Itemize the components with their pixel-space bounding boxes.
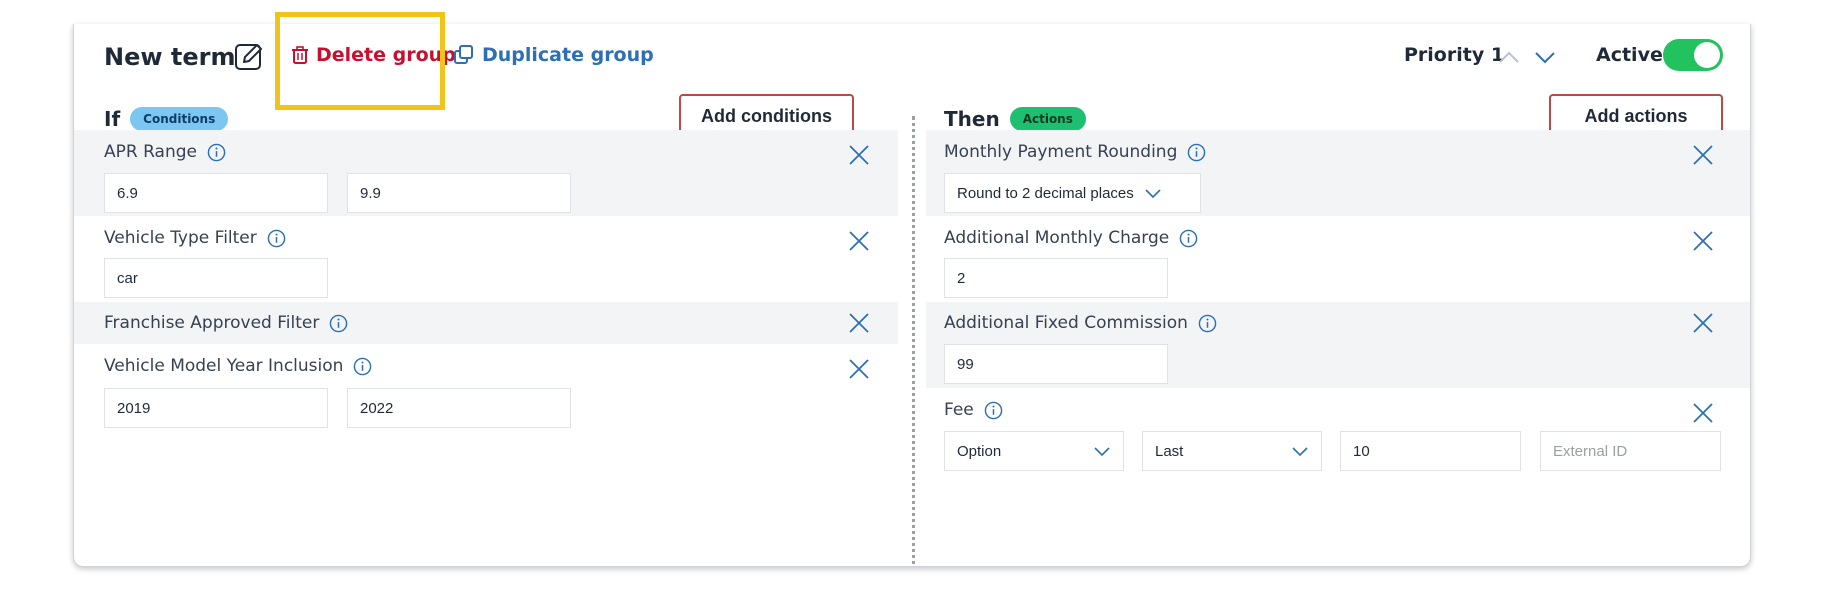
then-label: Then bbox=[944, 107, 1000, 131]
info-icon[interactable] bbox=[984, 401, 1003, 420]
condition-label: Franchise Approved Filter bbox=[104, 313, 348, 333]
active-toggle[interactable] bbox=[1663, 39, 1723, 71]
info-icon[interactable] bbox=[267, 229, 286, 248]
priority-label: Priority 1 bbox=[1404, 44, 1505, 66]
close-icon[interactable] bbox=[848, 230, 870, 252]
fee-option-value: Option bbox=[957, 442, 1002, 460]
active-label: Active bbox=[1596, 44, 1663, 66]
info-icon[interactable] bbox=[1198, 314, 1217, 333]
chevron-down-icon bbox=[1145, 189, 1161, 199]
rounding-select[interactable]: Round to 2 decimal places bbox=[944, 173, 1201, 213]
action-label-text: Additional Monthly Charge bbox=[944, 228, 1170, 248]
fee-last-select[interactable]: Last bbox=[1142, 431, 1322, 471]
if-label: If bbox=[104, 107, 121, 131]
term-title: New term bbox=[104, 43, 236, 71]
condition-label: Vehicle Type Filter bbox=[104, 228, 286, 248]
action-label: Fee bbox=[944, 400, 1003, 420]
condition-row: Vehicle Type Filter car bbox=[74, 216, 898, 302]
action-row: Monthly Payment Rounding Round to 2 deci… bbox=[926, 130, 1750, 216]
info-icon[interactable] bbox=[1179, 229, 1198, 248]
vehicle-type-input[interactable]: car bbox=[104, 258, 328, 298]
chevron-down-icon[interactable] bbox=[1534, 50, 1556, 64]
info-icon[interactable] bbox=[207, 143, 226, 162]
toggle-knob bbox=[1694, 42, 1720, 68]
condition-label-text: Franchise Approved Filter bbox=[104, 313, 320, 333]
fixed-commission-input[interactable]: 99 bbox=[944, 344, 1168, 384]
action-label-text: Fee bbox=[944, 400, 974, 420]
chevron-down-icon bbox=[1094, 447, 1110, 457]
condition-label-text: APR Range bbox=[104, 142, 197, 162]
close-icon[interactable] bbox=[1692, 402, 1714, 424]
close-icon[interactable] bbox=[1692, 230, 1714, 252]
action-label-text: Monthly Payment Rounding bbox=[944, 142, 1178, 162]
duplicate-group-label: Duplicate group bbox=[482, 44, 654, 66]
apr-min-input[interactable]: 6.9 bbox=[104, 173, 328, 213]
close-icon[interactable] bbox=[848, 312, 870, 334]
conditions-badge: Conditions bbox=[130, 107, 229, 131]
condition-label-text: Vehicle Type Filter bbox=[104, 228, 257, 248]
action-row: Additional Monthly Charge 2 bbox=[926, 216, 1750, 302]
info-icon[interactable] bbox=[329, 314, 348, 333]
chevron-up-icon[interactable] bbox=[1498, 50, 1520, 64]
close-icon[interactable] bbox=[1692, 144, 1714, 166]
close-icon[interactable] bbox=[848, 144, 870, 166]
condition-label: APR Range bbox=[104, 142, 226, 162]
apr-max-input[interactable]: 9.9 bbox=[347, 173, 571, 213]
action-row: Additional Fixed Commission 99 bbox=[926, 302, 1750, 388]
info-icon[interactable] bbox=[353, 357, 372, 376]
action-row: Fee Option Last 10 External ID bbox=[926, 388, 1750, 488]
delete-group-highlight bbox=[275, 12, 445, 110]
monthly-charge-input[interactable]: 2 bbox=[944, 258, 1168, 298]
rounding-select-value: Round to 2 decimal places bbox=[957, 184, 1134, 202]
fee-option-select[interactable]: Option bbox=[944, 431, 1124, 471]
condition-row: APR Range 6.9 9.9 bbox=[74, 130, 898, 216]
condition-label: Vehicle Model Year Inclusion bbox=[104, 356, 372, 376]
close-icon[interactable] bbox=[848, 358, 870, 380]
action-label: Additional Fixed Commission bbox=[944, 313, 1217, 333]
action-label: Monthly Payment Rounding bbox=[944, 142, 1206, 162]
action-label-text: Additional Fixed Commission bbox=[944, 313, 1188, 333]
external-id-input[interactable]: External ID bbox=[1540, 431, 1721, 471]
then-header: Then Actions bbox=[944, 107, 1086, 131]
pencil-square-icon[interactable] bbox=[234, 41, 264, 71]
model-year-to-input[interactable]: 2022 bbox=[347, 388, 571, 428]
if-header: If Conditions bbox=[104, 107, 229, 131]
action-label: Additional Monthly Charge bbox=[944, 228, 1198, 248]
info-icon[interactable] bbox=[1187, 143, 1206, 162]
condition-row: Vehicle Model Year Inclusion 2019 2022 bbox=[74, 344, 898, 430]
duplicate-icon bbox=[454, 45, 473, 64]
actions-badge: Actions bbox=[1009, 107, 1086, 131]
condition-label-text: Vehicle Model Year Inclusion bbox=[104, 356, 344, 376]
model-year-from-input[interactable]: 2019 bbox=[104, 388, 328, 428]
close-icon[interactable] bbox=[1692, 312, 1714, 334]
condition-row: Franchise Approved Filter bbox=[74, 302, 898, 344]
fee-last-value: Last bbox=[1155, 442, 1184, 460]
column-divider bbox=[912, 116, 915, 566]
duplicate-group-link[interactable]: Duplicate group bbox=[454, 44, 654, 66]
fee-amount-input[interactable]: 10 bbox=[1340, 431, 1521, 471]
chevron-down-icon bbox=[1292, 447, 1308, 457]
